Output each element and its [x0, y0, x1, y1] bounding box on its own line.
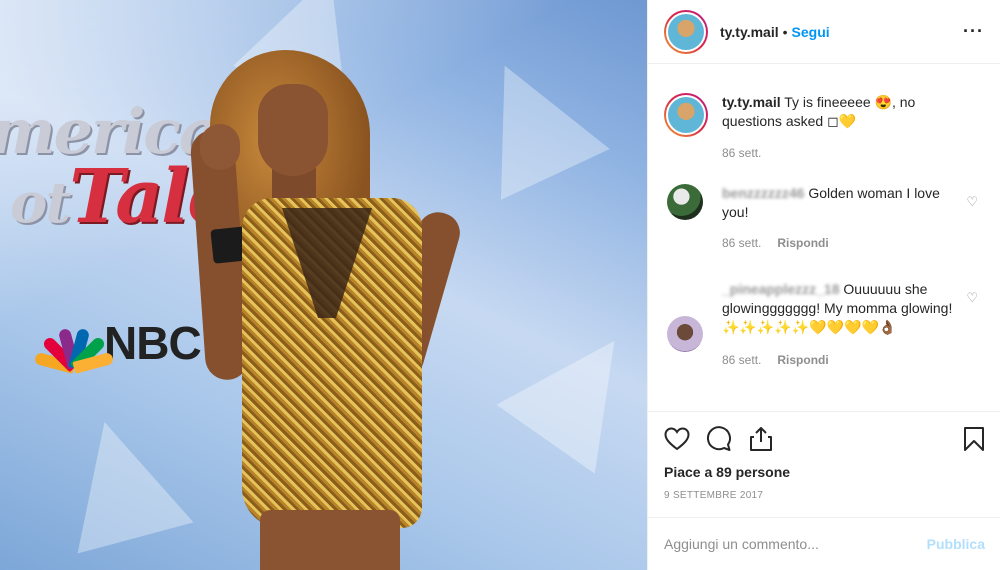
add-comment-bar: Pubblica — [648, 517, 1000, 570]
separator-dot: • — [782, 23, 788, 40]
comment-icon[interactable] — [706, 426, 732, 452]
post-date[interactable]: 9 SETTEMBRE 2017 — [664, 490, 985, 501]
background-star — [46, 406, 194, 554]
comment-username[interactable]: _pineapplezzz_18 — [722, 281, 840, 297]
commenter-avatar[interactable] — [667, 184, 703, 220]
logo-text: ot — [10, 170, 71, 236]
post-sidebar: ty.ty.mail • Segui ··· ty.ty.mail Ty is … — [647, 0, 1000, 570]
peacock-icon — [33, 318, 115, 374]
caption-username[interactable]: ty.ty.mail — [722, 94, 781, 110]
likes-count[interactable]: Piace a 89 persone — [664, 464, 985, 480]
heart-icon[interactable] — [664, 427, 690, 451]
post-actions: Piace a 89 persone 9 SETTEMBRE 2017 — [648, 411, 1000, 517]
caption-time[interactable]: 86 sett. — [722, 146, 761, 160]
person-figure — [180, 40, 480, 570]
author-username[interactable]: ty.ty.mail — [720, 24, 779, 40]
commenter-avatar[interactable] — [667, 316, 703, 352]
comment-time[interactable]: 86 sett. — [722, 353, 761, 367]
like-comment-icon[interactable]: ♡ — [966, 290, 978, 306]
list-item: _pineapplezzz_18 Ouuuuuu she glowinggggg… — [664, 280, 984, 370]
share-icon[interactable] — [748, 426, 774, 452]
reply-button[interactable]: Rispondi — [777, 353, 828, 367]
author-avatar[interactable] — [664, 93, 708, 137]
like-comment-icon[interactable]: ♡ — [966, 194, 978, 210]
bookmark-icon[interactable] — [963, 426, 985, 452]
post-header: ty.ty.mail • Segui ··· — [648, 0, 1000, 64]
comment-input[interactable] — [664, 536, 927, 552]
caption: ty.ty.mail Ty is fineeeee 😍, no question… — [664, 93, 984, 163]
comment-time[interactable]: 86 sett. — [722, 236, 761, 250]
comment-username[interactable]: benzzzzzz46 — [722, 185, 804, 201]
author-avatar[interactable] — [664, 9, 708, 54]
reply-button[interactable]: Rispondi — [777, 236, 828, 250]
background-star — [496, 306, 647, 474]
nbc-logo: NBC — [33, 316, 202, 374]
follow-button[interactable]: Segui — [792, 24, 830, 40]
more-options-icon[interactable]: ··· — [963, 21, 984, 42]
publish-button[interactable]: Pubblica — [927, 536, 985, 552]
post-photo[interactable]: merica otTale NBC — [0, 0, 647, 570]
comments-list[interactable]: ty.ty.mail Ty is fineeeee 😍, no question… — [648, 65, 1000, 411]
list-item: benzzzzzz46 Golden woman I love you! 86 … — [664, 184, 984, 253]
